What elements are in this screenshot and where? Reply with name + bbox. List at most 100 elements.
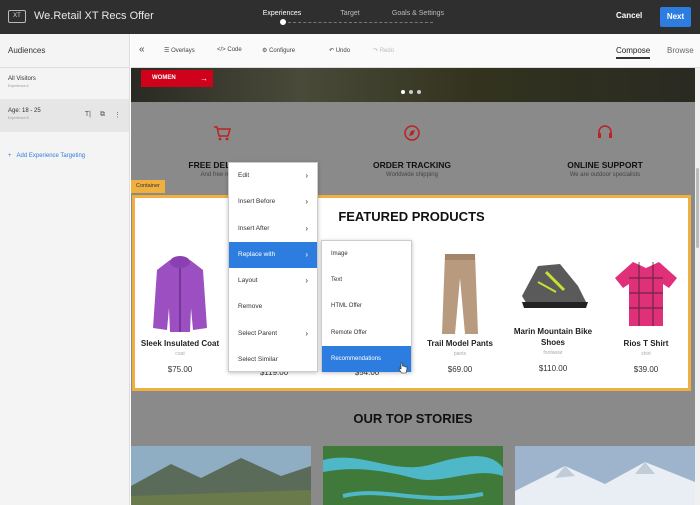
collapse-sidebar-icon[interactable]: «	[139, 44, 145, 55]
canvas-scrollbar[interactable]	[695, 68, 700, 505]
hero-banner[interactable]: WOMEN →	[131, 68, 695, 102]
menu-item-edit[interactable]: Edit ›	[229, 163, 317, 189]
product-card[interactable]: Trail Model Pants pants $69.00	[415, 248, 505, 374]
hand-cursor-icon	[398, 362, 408, 374]
redo-button[interactable]: ↷ Redo	[373, 47, 394, 54]
experience-label: Experience A	[8, 84, 29, 88]
cart-icon	[142, 124, 302, 147]
undo-button[interactable]: ↶ Undo	[329, 47, 350, 54]
product-price: $75.00	[167, 365, 193, 374]
product-image-coat	[135, 248, 225, 338]
menu-item-select-parent[interactable]: Select Parent ›	[229, 321, 317, 347]
sidebar-heading: Audiences	[0, 34, 129, 68]
step-experiences[interactable]: Experiences	[247, 10, 317, 17]
rename-icon[interactable]: T|	[85, 111, 91, 119]
code-label: Code	[227, 47, 242, 53]
menu-item-label: Replace with	[238, 250, 276, 258]
container-label[interactable]: Container	[131, 180, 165, 193]
activity-title[interactable]: We.Retail XT Recs Offer	[34, 10, 154, 22]
app-window: XT We.Retail XT Recs Offer Experiences T…	[0, 0, 700, 505]
audiences-sidebar: Audiences All Visitors Experience A Age:…	[0, 34, 130, 505]
story-image-river[interactable]	[323, 446, 503, 505]
top-bar: XT We.Retail XT Recs Offer Experiences T…	[0, 0, 700, 34]
product-name[interactable]: Marin Mountain Bike Shoes	[508, 326, 598, 348]
step-target[interactable]: Target	[315, 10, 385, 17]
xt-activity-icon: XT	[8, 10, 26, 23]
code-button[interactable]: </> Code	[217, 47, 242, 53]
menu-item-insert-before[interactable]: Insert Before ›	[229, 189, 317, 215]
menu-item-label: Remove	[238, 303, 263, 311]
menu-item-replace-with[interactable]: Replace with ›	[229, 241, 317, 268]
women-button[interactable]: WOMEN →	[141, 70, 213, 87]
product-category: pants	[453, 351, 467, 357]
product-name[interactable]: Trail Model Pants	[415, 338, 505, 349]
submenu-item-html-offer[interactable]: HTML Offer	[322, 293, 411, 319]
experience-tools: T| ⧉ ⋮	[85, 111, 121, 119]
compass-icon	[332, 124, 492, 147]
feature-online-support: ONLINE SUPPORT We are outdoor specialist…	[525, 124, 685, 178]
menu-item-label: Edit	[238, 172, 250, 179]
experience-a-item[interactable]: All Visitors Experience A	[0, 68, 129, 100]
chevron-right-icon: ›	[305, 276, 308, 285]
carousel-dot[interactable]	[409, 90, 413, 94]
menu-item-label: Layout	[238, 277, 258, 284]
add-targeting-label: Add Experience Targeting	[16, 153, 86, 159]
experience-name: All Visitors	[8, 76, 36, 82]
feature-subtitle: Worldwide shipping	[386, 172, 438, 178]
gear-icon: ⚙	[262, 48, 268, 54]
menu-item-label: Select Parent	[238, 329, 278, 337]
product-category: shirt	[641, 351, 651, 357]
step-goals-settings[interactable]: Goals & Settings	[383, 10, 453, 17]
headset-icon	[525, 124, 685, 147]
menu-item-label: Select Similar	[238, 355, 278, 363]
chevron-right-icon: ›	[305, 249, 308, 259]
browse-tab[interactable]: Browse	[667, 46, 694, 55]
product-name[interactable]: Rios T Shirt	[601, 338, 691, 349]
experience-b-item[interactable]: Age: 18 - 25 Experience B T| ⧉ ⋮	[0, 100, 129, 132]
menu-item-layout[interactable]: Layout ›	[229, 268, 317, 294]
product-card[interactable]: Marin Mountain Bike Shoes footwear $110.…	[508, 246, 598, 373]
code-icon: </>	[217, 47, 226, 53]
product-price: $39.00	[633, 365, 659, 374]
product-card[interactable]: Rios T Shirt shirt $39.00	[601, 248, 691, 374]
add-experience-targeting-link[interactable]: + Add Experience Targeting	[8, 153, 85, 159]
step-progress-dot	[280, 19, 286, 25]
submenu-item-remote-offer[interactable]: Remote Offer	[322, 320, 411, 346]
menu-item-remove[interactable]: Remove	[229, 294, 317, 320]
menu-item-select-similar[interactable]: Select Similar	[229, 347, 317, 373]
next-button[interactable]: Next	[660, 7, 691, 27]
compose-tab[interactable]: Compose	[616, 46, 651, 59]
carousel-dots	[401, 90, 421, 94]
submenu-item-text[interactable]: Text	[322, 267, 411, 293]
product-card[interactable]: Sleek Insulated Coat coat $75.00	[135, 248, 225, 374]
duplicate-icon[interactable]: ⧉	[100, 111, 105, 119]
feature-subtitle: We are outdoor specialists	[569, 172, 641, 178]
arrow-right-icon: →	[200, 74, 208, 83]
replace-with-submenu: Image Text HTML Offer Remote Offer Recom…	[321, 240, 412, 372]
redo-label: Redo	[379, 48, 395, 54]
product-category: coat	[175, 351, 185, 357]
overlays-button[interactable]: ☰ Overlays	[164, 47, 195, 54]
scrollbar-thumb[interactable]	[696, 168, 699, 248]
menu-item-insert-after[interactable]: Insert After ›	[229, 216, 317, 242]
featured-products-title: FEATURED PRODUCTS	[338, 209, 485, 224]
carousel-dot[interactable]	[401, 90, 405, 94]
redo-icon: ↷	[373, 48, 379, 54]
story-image-snow[interactable]	[515, 446, 695, 505]
chevron-right-icon: ›	[305, 171, 308, 180]
configure-button[interactable]: ⚙ Configure	[262, 47, 295, 54]
product-name[interactable]: Sleek Insulated Coat	[135, 338, 225, 349]
page-preview: WOMEN → FREE DELIVERY And free returns OR…	[131, 68, 695, 505]
submenu-item-image[interactable]: Image	[322, 241, 411, 267]
product-category: footwear	[543, 350, 563, 356]
menu-item-label: Insert After	[238, 224, 270, 232]
layers-icon: ☰	[164, 48, 170, 54]
plus-icon: +	[8, 153, 12, 159]
composer-toolbar: « ☰ Overlays </> Code ⚙ Configure ↶ Undo…	[131, 34, 700, 68]
story-image-mountains[interactable]	[131, 446, 311, 505]
cancel-button[interactable]: Cancel	[616, 11, 642, 20]
carousel-dot[interactable]	[417, 90, 421, 94]
more-options-icon[interactable]: ⋮	[114, 111, 121, 119]
product-image-pants	[415, 248, 505, 338]
chevron-right-icon: ›	[305, 328, 308, 338]
